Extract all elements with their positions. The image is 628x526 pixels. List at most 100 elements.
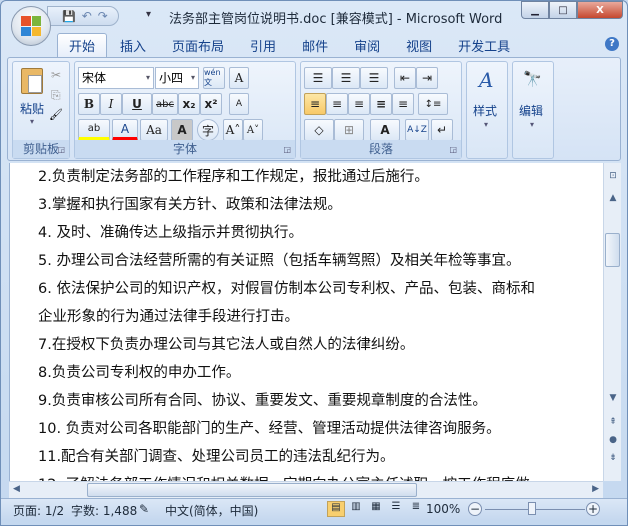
grow-font-button[interactable]: A˄ <box>223 119 243 141</box>
font-color-button[interactable]: A <box>112 119 138 141</box>
language-indicator[interactable]: 中文(简体，中国) <box>165 502 258 519</box>
phonetic-guide-button[interactable]: wén文 <box>203 67 225 89</box>
help-icon[interactable]: ? <box>605 37 619 51</box>
zoom-in-button[interactable]: + <box>586 502 600 516</box>
tab-review[interactable]: 审阅 <box>341 33 393 57</box>
chinese-layout-button[interactable]: A <box>370 119 400 141</box>
tab-developer[interactable]: 开发工具 <box>445 33 523 57</box>
proofing-icon[interactable]: ✎ <box>139 502 149 516</box>
save-icon[interactable]: 💾 <box>62 10 76 23</box>
office-button[interactable] <box>11 6 51 46</box>
center-button[interactable]: ≡ <box>326 93 348 115</box>
align-right-button[interactable]: ≡ <box>348 93 370 115</box>
customize-qat-icon[interactable]: ▾ <box>146 9 151 20</box>
doc-line: 3.掌握和执行国家有关方针、政策和法律法规。 <box>38 197 342 213</box>
align-left-button[interactable]: ≡ <box>304 93 326 115</box>
zoom-level[interactable]: 100% <box>426 502 460 516</box>
tab-references[interactable]: 引用 <box>237 33 289 57</box>
word-count[interactable]: 字数: 1,488 <box>71 502 137 519</box>
enclose-characters-button[interactable]: 字 <box>197 119 219 141</box>
font-group-label: 字体 <box>75 140 295 158</box>
tab-page-layout[interactable]: 页面布局 <box>159 33 237 57</box>
show-marks-button[interactable]: ↵ <box>431 119 453 141</box>
horizontal-scrollbar[interactable]: ◀ ▶ <box>9 481 603 498</box>
format-painter-icon[interactable]: 🖌 <box>49 108 63 121</box>
tab-insert[interactable]: 插入 <box>107 33 159 57</box>
clipboard-launcher-icon[interactable]: ◲ <box>57 145 65 154</box>
doc-line: 12. 了解法务部工作情况和相关数据，定期向办公室主任述职，按工作程序做 <box>38 473 530 481</box>
scroll-down-arrow-icon[interactable]: ▼ <box>606 393 620 403</box>
scroll-up-arrow-icon[interactable]: ▲ <box>606 193 620 203</box>
strikethrough-button[interactable]: abc <box>152 93 178 115</box>
maximize-button[interactable]: □ <box>549 1 577 19</box>
line-spacing-button[interactable]: ↕≡ <box>418 93 448 115</box>
bullets-button[interactable]: ☰ <box>304 67 332 89</box>
italic-button[interactable]: I <box>100 93 122 115</box>
shrink-font-button[interactable]: A˅ <box>243 119 263 141</box>
tab-view[interactable]: 视图 <box>393 33 445 57</box>
paste-button[interactable]: 粘贴 ▾ <box>17 66 47 134</box>
scroll-right-arrow-icon[interactable]: ▶ <box>592 484 599 494</box>
tab-home[interactable]: 开始 <box>57 33 108 57</box>
outline-view-icon[interactable]: ☰ <box>387 501 405 517</box>
font-size-value: 小四 <box>159 71 184 85</box>
redo-icon[interactable]: ↷ <box>98 9 108 23</box>
undo-icon[interactable]: ↶ <box>82 9 92 23</box>
scroll-left-arrow-icon[interactable]: ◀ <box>13 484 20 494</box>
styles-group[interactable]: A 样式 ▾ <box>466 61 508 159</box>
doc-line: 10. 负责对公司各职能部门的生产、经营、管理活动提供法律咨询服务。 <box>38 421 501 437</box>
doc-line: 6. 依法保护公司的知识产权，对假冒仿制本公司专利权、产品、包装、商标和 <box>38 281 535 297</box>
borders-button[interactable]: ⊞ <box>334 119 364 141</box>
paste-label: 粘贴 <box>19 102 44 116</box>
tab-mailings[interactable]: 邮件 <box>289 33 341 57</box>
horizontal-scroll-thumb[interactable] <box>87 483 417 497</box>
previous-page-icon[interactable]: ⇞ <box>606 417 620 427</box>
print-layout-view-icon[interactable]: ▤ <box>327 501 345 517</box>
editing-group[interactable]: 🔭 编辑 ▾ <box>512 61 554 159</box>
ribbon-tabs: 开始 插入 页面布局 引用 邮件 审阅 视图 开发工具 <box>1 33 627 57</box>
highlight-button[interactable]: ab <box>78 119 110 141</box>
close-button[interactable]: X <box>577 1 623 19</box>
next-page-icon[interactable]: ⇟ <box>606 453 620 463</box>
zoom-out-button[interactable]: − <box>468 502 482 516</box>
shading-button[interactable]: ◇ <box>304 119 334 141</box>
document-page[interactable]: 2.负责制定法务部的工作程序和工作规定，报批通过后施行。 3.掌握和执行国家有关… <box>9 163 603 481</box>
superscript-button[interactable]: x² <box>200 93 222 115</box>
underline-button[interactable]: U <box>122 93 152 115</box>
browse-object-icon[interactable]: ● <box>606 435 620 445</box>
clear-formatting-button[interactable]: A <box>229 93 249 115</box>
web-layout-icon[interactable]: ▦ <box>367 501 385 517</box>
character-border-button[interactable]: A <box>229 67 249 89</box>
subscript-button[interactable]: x₂ <box>178 93 200 115</box>
draft-view-icon[interactable]: ≣ <box>407 501 425 517</box>
vertical-scrollbar[interactable]: ⊡ ▲ ▼ ⇞ ● ⇟ <box>603 163 621 481</box>
cut-icon[interactable]: ✂ <box>51 68 61 82</box>
numbering-button[interactable]: ☰ <box>332 67 360 89</box>
editing-label: 编辑 <box>519 104 544 118</box>
page-indicator[interactable]: 页面: 1/2 <box>13 502 64 519</box>
font-name-combo[interactable]: 宋体 ▾ <box>78 67 154 89</box>
full-screen-reading-icon[interactable]: ▥ <box>347 501 365 517</box>
change-case-button[interactable]: Aa <box>140 119 168 141</box>
copy-icon[interactable]: ⎘ <box>51 88 61 103</box>
minimize-button[interactable]: ▁ <box>521 1 549 19</box>
paragraph-launcher-icon[interactable]: ◲ <box>449 145 457 154</box>
doc-line: 11.配合有关部门调查、处理公司员工的违法乱纪行为。 <box>38 449 395 465</box>
justify-button[interactable]: ≡ <box>370 93 392 115</box>
vertical-scroll-thumb[interactable] <box>605 233 620 267</box>
paragraph-group: ☰ ☰ ☰ ⇤ ⇥ ≡ ≡ ≡ ≡ ≡ ↕≡ ◇ ⊞ A A↓Z ↵ 段落 ◲ <box>300 61 462 159</box>
zoom-slider-thumb[interactable] <box>528 502 536 515</box>
bold-button[interactable]: B <box>78 93 100 115</box>
sort-button[interactable]: A↓Z <box>405 119 429 141</box>
doc-line: 9.负责审核公司所有合同、协议、重要发文、重要规章制度的合法性。 <box>38 393 487 409</box>
decrease-indent-button[interactable]: ⇤ <box>394 67 416 89</box>
doc-line: 企业形象的行为通过法律手段进行打击。 <box>38 309 299 325</box>
font-name-value: 宋体 <box>82 71 107 85</box>
character-shading-button[interactable]: A <box>171 119 193 141</box>
multilevel-list-button[interactable]: ☰ <box>360 67 388 89</box>
increase-indent-button[interactable]: ⇥ <box>416 67 438 89</box>
distributed-button[interactable]: ≡ <box>392 93 414 115</box>
font-launcher-icon[interactable]: ◲ <box>283 145 291 154</box>
font-size-combo[interactable]: 小四 ▾ <box>155 67 199 89</box>
ruler-toggle-icon[interactable]: ⊡ <box>606 171 620 181</box>
